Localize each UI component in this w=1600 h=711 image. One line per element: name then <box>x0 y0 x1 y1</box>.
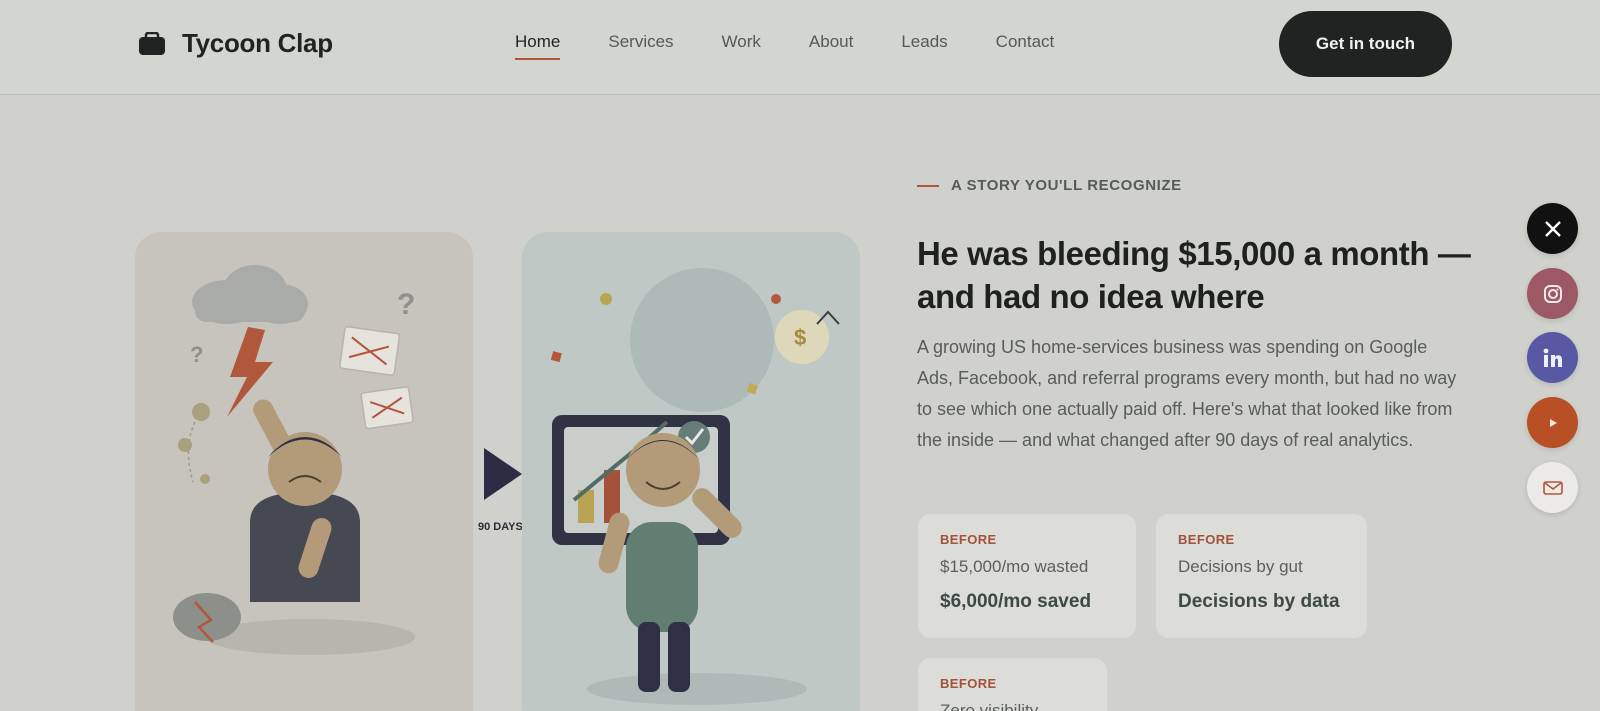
card-before-text: Decisions by gut <box>1178 557 1303 576</box>
storm-cloud-icon <box>192 265 308 324</box>
question-mark-icon: ? <box>190 342 203 367</box>
story-headline: He was bleeding $15,000 a month — and ha… <box>917 235 1471 315</box>
site-header: Tycoon Clap Home Services Work About Lea… <box>0 0 1600 95</box>
card-after-text: $6,000/mo saved <box>940 591 1092 612</box>
x-social-button[interactable] <box>1527 203 1578 254</box>
before-illustration: ? ? <box>135 232 473 711</box>
nav-leads[interactable]: Leads <box>901 32 947 60</box>
get-in-touch-button[interactable]: Get in touch <box>1279 11 1452 77</box>
card-tag: BEFORE <box>940 676 997 691</box>
card-before-text: $15,000/mo wasted <box>940 557 1089 576</box>
play-arrow-icon <box>484 448 522 500</box>
x-icon <box>1544 220 1561 237</box>
mail-social-button[interactable] <box>1527 462 1578 513</box>
card-tag: BEFORE <box>940 532 997 547</box>
eyebrow-line <box>917 184 939 187</box>
card-before-text: Zero visibility <box>940 701 1039 711</box>
frustrated-person <box>250 399 360 602</box>
before-after-card: BEFORE Zero visibility <box>917 657 1108 711</box>
briefcase-icon <box>138 31 166 56</box>
question-mark-icon: ? <box>397 288 415 321</box>
main-nav: Home Services Work About Leads Contact <box>515 32 1102 60</box>
eyebrow-text: A STORY YOU'LL RECOGNIZE <box>951 177 1182 194</box>
rejected-paper-icon <box>360 386 414 430</box>
story-body: A growing US home-services business was … <box>917 337 1457 450</box>
nav-contact[interactable]: Contact <box>996 32 1055 60</box>
rejected-paper-icon <box>339 325 401 376</box>
instagram-social-button[interactable] <box>1527 268 1578 319</box>
linkedin-social-button[interactable] <box>1527 332 1578 383</box>
youtube-social-button[interactable] <box>1527 397 1578 448</box>
brand-logo[interactable]: Tycoon Clap <box>138 28 333 59</box>
transition-label: 90 DAYS <box>478 521 523 533</box>
section-eyebrow: A STORY YOU'LL RECOGNIZE <box>917 177 1182 194</box>
after-illustration: $ <box>522 232 860 711</box>
mail-icon <box>1542 480 1563 495</box>
card-tag: BEFORE <box>1178 532 1235 547</box>
nav-services[interactable]: Services <box>608 32 673 60</box>
before-after-card: BEFORE Decisions by gut Decisions by dat… <box>1155 513 1368 639</box>
card-after-text: Decisions by data <box>1178 591 1340 612</box>
before-after-card: BEFORE $15,000/mo wasted $6,000/mo saved <box>917 513 1137 639</box>
linkedin-icon <box>1543 348 1562 367</box>
nav-work[interactable]: Work <box>722 32 761 60</box>
youtube-icon <box>1549 418 1557 427</box>
instagram-icon <box>1543 284 1562 303</box>
svg-text:$: $ <box>794 325 806 350</box>
nav-about[interactable]: About <box>809 32 853 60</box>
brand-name: Tycoon Clap <box>182 28 333 58</box>
nav-home[interactable]: Home <box>515 32 561 60</box>
dollar-coin-icon: $ <box>775 310 829 364</box>
